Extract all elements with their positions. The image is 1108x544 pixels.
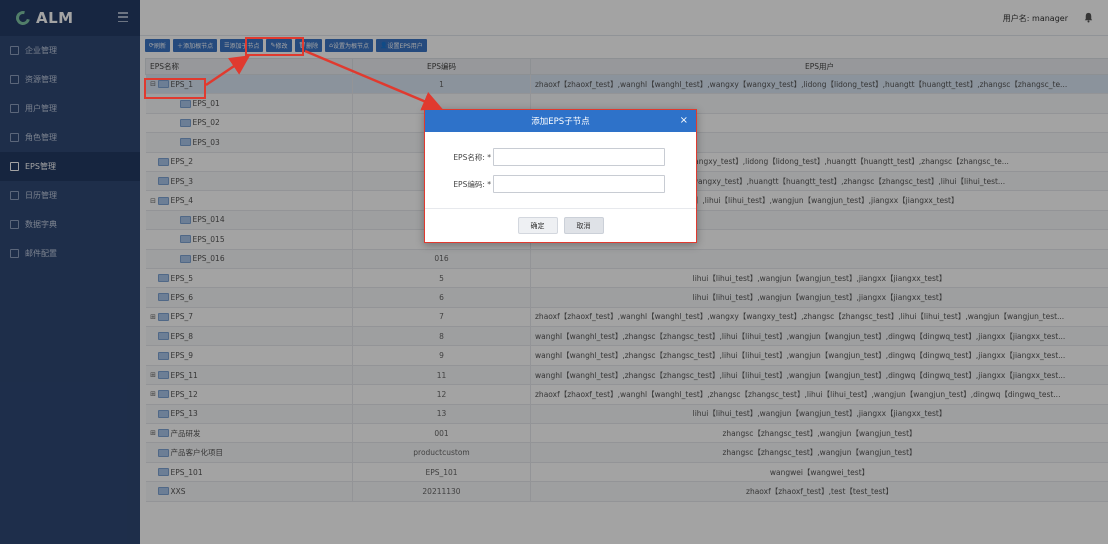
dialog-footer: 确定 取消 (425, 208, 696, 242)
code-form-row: EPS编码: * (425, 175, 696, 193)
dialog-title: 添加EPS子节点 (531, 117, 590, 127)
modal-backdrop (0, 0, 1108, 544)
add-child-dialog: 添加EPS子节点 × EPS名称: * EPS编码: * 确定 取消 (424, 109, 697, 243)
name-form-row: EPS名称: * (425, 148, 696, 166)
dialog-body: EPS名称: * EPS编码: * (425, 132, 696, 193)
eps-code-input[interactable] (493, 175, 665, 193)
eps-name-label: EPS名称: * (453, 152, 491, 162)
eps-name-input[interactable] (493, 148, 665, 166)
close-icon[interactable]: × (680, 115, 688, 126)
eps-code-label: EPS编码: * (453, 179, 491, 189)
dialog-header: 添加EPS子节点 × (425, 110, 696, 132)
cancel-button[interactable]: 取消 (563, 217, 604, 234)
confirm-button[interactable]: 确定 (517, 217, 558, 234)
